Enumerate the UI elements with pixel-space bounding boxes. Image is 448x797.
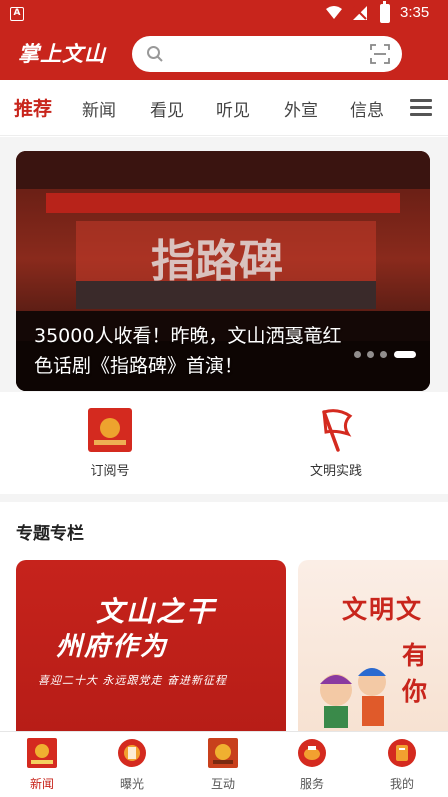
carousel-dot [354,351,361,358]
status-bar: A 3:35 [0,0,448,28]
shortcut-subscription[interactable]: 订阅号 [50,408,170,479]
banner-carousel[interactable]: 指路碑 35000人收看！昨晚，文山洒戛竜红色话剧《指路碑》首演！ [16,151,430,391]
nav-label: 我的 [389,777,414,791]
scan-icon[interactable] [370,44,390,64]
battery-icon [380,1,390,23]
shortcut-row: 订阅号 文明实践 [0,392,448,494]
tab-news[interactable]: 新闻 [82,96,116,121]
tab-recommend[interactable]: 推荐 [14,94,52,121]
bottom-navigation: 新闻 曝光 互动 服务 我的 [0,731,448,797]
interaction-icon [208,738,238,768]
subscription-icon [88,408,132,452]
app-header: 掌上文山 [0,28,448,80]
nav-news[interactable]: 新闻 [12,738,72,792]
section-title: 专题专栏 [16,524,84,544]
shortcut-label: 文明实践 [309,464,362,479]
card-title-line1: 文明文 [342,595,424,624]
card-title-line2: 州府作为 [56,632,169,662]
cartoon-figures-illustration [320,668,386,728]
profile-icon [388,739,416,767]
nav-profile[interactable]: 我的 [372,738,432,792]
tab-external-publicity[interactable]: 外宣 [284,96,318,121]
news-icon [27,738,57,768]
service-icon [298,739,326,767]
card-title-line1: 文山之干 [96,595,217,628]
nav-exposure[interactable]: 曝光 [102,738,162,792]
channel-tabs: 推荐 新闻 看见 听见 外宣 信息 [0,80,448,136]
red-flag-icon [322,409,353,452]
special-card[interactable]: 文明文 有你 [298,560,448,732]
svg-text:指路碑: 指路碑 [151,236,283,287]
card-title-line2: 有你 [402,641,428,706]
search-icon [147,46,163,62]
notification-icon: A [10,7,24,21]
wifi-icon [326,6,342,19]
exposure-icon [118,739,146,767]
search-input[interactable] [172,42,362,66]
search-box[interactable] [132,36,402,72]
shortcut-label: 订阅号 [90,464,130,479]
nav-interaction[interactable]: 互动 [193,738,253,792]
app-logo: 掌上文山 [18,41,106,66]
special-column-section: 专题专栏 文山之干 州府作为 喜迎二十大 永远跟党走 奋进新征程 文明文 有你 [0,502,448,732]
special-card[interactable]: 文山之干 州府作为 喜迎二十大 永远跟党走 奋进新征程 [16,560,286,732]
carousel-dot [380,351,387,358]
shortcut-civilization-practice[interactable]: 文明实践 [276,408,396,479]
status-time: 3:35 [400,4,430,21]
nav-label: 服务 [299,777,324,791]
menu-icon[interactable] [410,99,432,117]
carousel-dot [367,351,374,358]
no-signal-icon [353,6,367,20]
banner-headline[interactable]: 35000人收看！昨晚，文山洒戛竜红色话剧《指路碑》首演！ [34,321,354,381]
tab-information[interactable]: 信息 [350,96,384,121]
nav-label: 新闻 [29,777,54,791]
carousel-dot-active [394,351,416,358]
tab-see[interactable]: 看见 [150,96,184,121]
nav-label: 曝光 [119,777,144,791]
nav-label: 互动 [210,777,235,791]
nav-service[interactable]: 服务 [282,738,342,792]
card-subtitle: 喜迎二十大 永远跟党走 奋进新征程 [38,674,227,687]
tab-hear[interactable]: 听见 [216,96,250,121]
